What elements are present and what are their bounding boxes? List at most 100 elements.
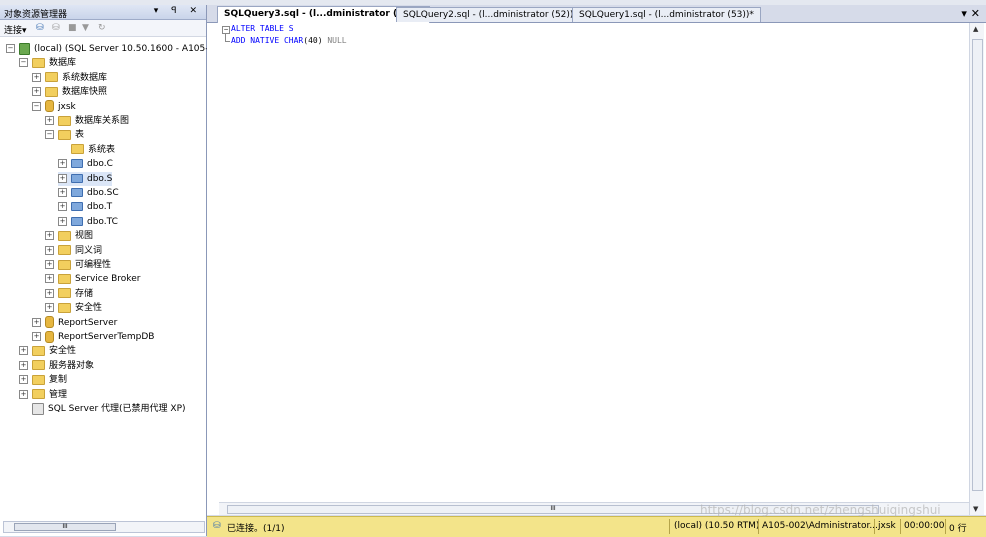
status-bar: ⛁ 已连接。(1/1) (local) (10.50 RTM) A105-002…	[207, 516, 986, 537]
expand-icon[interactable]: +	[19, 346, 28, 356]
collapse-icon[interactable]: −	[6, 44, 15, 53]
tree-node[interactable]: + ReportServer	[32, 316, 117, 330]
expand-icon[interactable]: +	[58, 188, 67, 197]
object-explorer-title: 对象资源管理器	[4, 10, 68, 20]
expand-icon[interactable]: +	[19, 360, 28, 370]
tree-node-label: 存储	[75, 288, 94, 299]
tab-sqlquery2[interactable]: SQLQuery2.sql - (l...dministrator (52))*	[396, 7, 585, 22]
tree-node[interactable]: + 同义词	[45, 244, 102, 258]
expand-icon[interactable]: +	[45, 245, 54, 255]
expand-icon[interactable]: +	[45, 288, 54, 298]
database-icon	[45, 100, 54, 113]
agent-icon	[32, 402, 44, 415]
tree-node[interactable]: + ReportServerTempDB	[32, 330, 154, 344]
tree-node[interactable]: + 视图	[45, 229, 93, 243]
folder-icon	[58, 302, 71, 313]
scroll-down-icon[interactable]: ▼	[973, 505, 978, 513]
expand-icon[interactable]: +	[45, 303, 54, 313]
stop-icon[interactable]: ■	[68, 23, 77, 33]
tree-node-label: dbo.C	[87, 159, 113, 170]
expand-icon[interactable]: +	[19, 375, 28, 385]
expand-icon[interactable]: +	[45, 274, 54, 284]
expand-icon[interactable]: +	[58, 173, 67, 183]
tree-node[interactable]: + 存储	[45, 287, 93, 301]
tree-node-label: 安全性	[49, 346, 77, 357]
tree-node[interactable]: + dbo.S	[58, 171, 113, 186]
tree-node[interactable]: + dbo.SC	[58, 186, 119, 200]
status-user: A105-002\Administrator...	[762, 521, 878, 531]
tree-node[interactable]: + 安全性	[19, 344, 76, 358]
tree-node[interactable]: + 服务器对象	[19, 359, 94, 373]
object-explorer-titlebar: 对象资源管理器 ▾ ꟼ ✕	[0, 5, 206, 20]
folder-icon	[32, 389, 45, 400]
editor-vscrollbar[interactable]: ▲ ▼	[969, 23, 984, 515]
expand-icon[interactable]: +	[45, 260, 54, 269]
tree-node-label: 视图	[75, 231, 94, 242]
scroll-up-icon[interactable]: ▲	[973, 25, 978, 33]
divider	[758, 519, 759, 534]
scroll-thumb[interactable]	[972, 39, 983, 491]
tree-node[interactable]: + 系统数据库	[32, 71, 107, 85]
tab-sqlquery1[interactable]: SQLQuery1.sql - (l...dministrator (53))*	[572, 7, 761, 22]
tree-node-label: dbo.TC	[87, 216, 118, 227]
tree-node-label: SQL Server 代理(已禁用代理 XP)	[48, 404, 186, 414]
expand-icon[interactable]: +	[32, 332, 41, 341]
tree-node[interactable]: + Service Broker	[45, 272, 140, 286]
expand-icon[interactable]: +	[32, 72, 41, 82]
object-explorer-panel: 对象资源管理器 ▾ ꟼ ✕ 连接▾ ⛁ ⛁ ■ ▼ ↻ − (local) (SQ…	[0, 5, 226, 536]
status-rows: 0 行	[949, 524, 967, 534]
object-explorer-toolbar: 连接▾ ⛁ ⛁ ■ ▼ ↻	[0, 20, 206, 37]
tree-node[interactable]: + 数据库关系图	[45, 114, 129, 128]
refresh-icon[interactable]: ↻	[98, 23, 106, 33]
collapse-icon[interactable]: −	[32, 101, 41, 111]
tree-node[interactable]: + 可编程性	[45, 258, 111, 272]
watermark: https://blog.csdn.net/zhengshuiqingshui	[700, 503, 941, 517]
tree-node[interactable]: + dbo.TC	[58, 215, 118, 229]
tree-node-label: 服务器对象	[49, 360, 95, 371]
disconnect-icon[interactable]: ⛁	[52, 23, 60, 33]
collapse-icon[interactable]: −	[19, 58, 28, 68]
folder-icon	[58, 230, 71, 241]
status-database: jxsk	[878, 521, 896, 531]
expand-icon[interactable]: +	[19, 389, 28, 399]
tree-node[interactable]: 系统表	[58, 143, 115, 157]
expand-icon[interactable]: +	[58, 159, 67, 169]
tree-node[interactable]: SQL Server 代理(已禁用代理 XP)	[19, 402, 186, 416]
folder-icon	[32, 360, 45, 371]
tree-node[interactable]: − jxsk	[32, 100, 76, 114]
code-line-1: ALTER TABLE S	[231, 23, 294, 35]
tree-node[interactable]: − 数据库	[19, 56, 76, 70]
tree-node[interactable]: − (local) (SQL Server 10.50.1600 - A105-0…	[6, 42, 226, 56]
panel-controls[interactable]: ▾ ꟼ ✕	[154, 6, 202, 16]
tree-node[interactable]: + 管理	[19, 388, 67, 402]
code-identifier: S	[283, 24, 294, 33]
expand-icon[interactable]: +	[58, 216, 67, 226]
tab-controls[interactable]: ▾ ✕	[961, 7, 980, 20]
tree-node[interactable]: + dbo.C	[58, 157, 113, 171]
expand-icon[interactable]: +	[45, 231, 54, 241]
collapse-icon[interactable]: −	[45, 130, 54, 140]
tree-node-label: ReportServer	[58, 317, 118, 328]
tree-node[interactable]: + 安全性	[45, 301, 102, 315]
code-keyword: ALTER TABLE	[231, 24, 284, 33]
tree-node[interactable]: + 数据库快照	[32, 85, 107, 99]
object-explorer-hscrollbar[interactable]: III	[3, 521, 205, 533]
expand-icon[interactable]: +	[32, 87, 41, 97]
connect-icon[interactable]: ⛁	[36, 23, 44, 33]
filter-icon[interactable]: ▼	[82, 23, 89, 33]
expand-icon[interactable]: +	[58, 202, 67, 212]
scroll-thumb[interactable]: III	[14, 523, 116, 531]
connect-button[interactable]: 连接▾	[4, 23, 27, 36]
document-tab-bar: SQLQuery3.sql - (l...dministrator (55))*…	[207, 5, 986, 23]
connection-icon: ⛁	[213, 521, 221, 531]
tree-node[interactable]: + dbo.T	[58, 200, 112, 214]
tree-node[interactable]: + 复制	[19, 373, 67, 387]
folder-icon	[45, 72, 58, 83]
server-icon	[19, 42, 30, 55]
divider	[874, 519, 875, 534]
folder-icon	[58, 288, 71, 299]
expand-icon[interactable]: +	[45, 116, 54, 125]
sql-editor[interactable]: − ALTER TABLE S ADD NATIVE CHAR(40) NULL…	[207, 23, 986, 515]
expand-icon[interactable]: +	[32, 317, 41, 327]
tree-node[interactable]: − 表	[45, 128, 84, 142]
